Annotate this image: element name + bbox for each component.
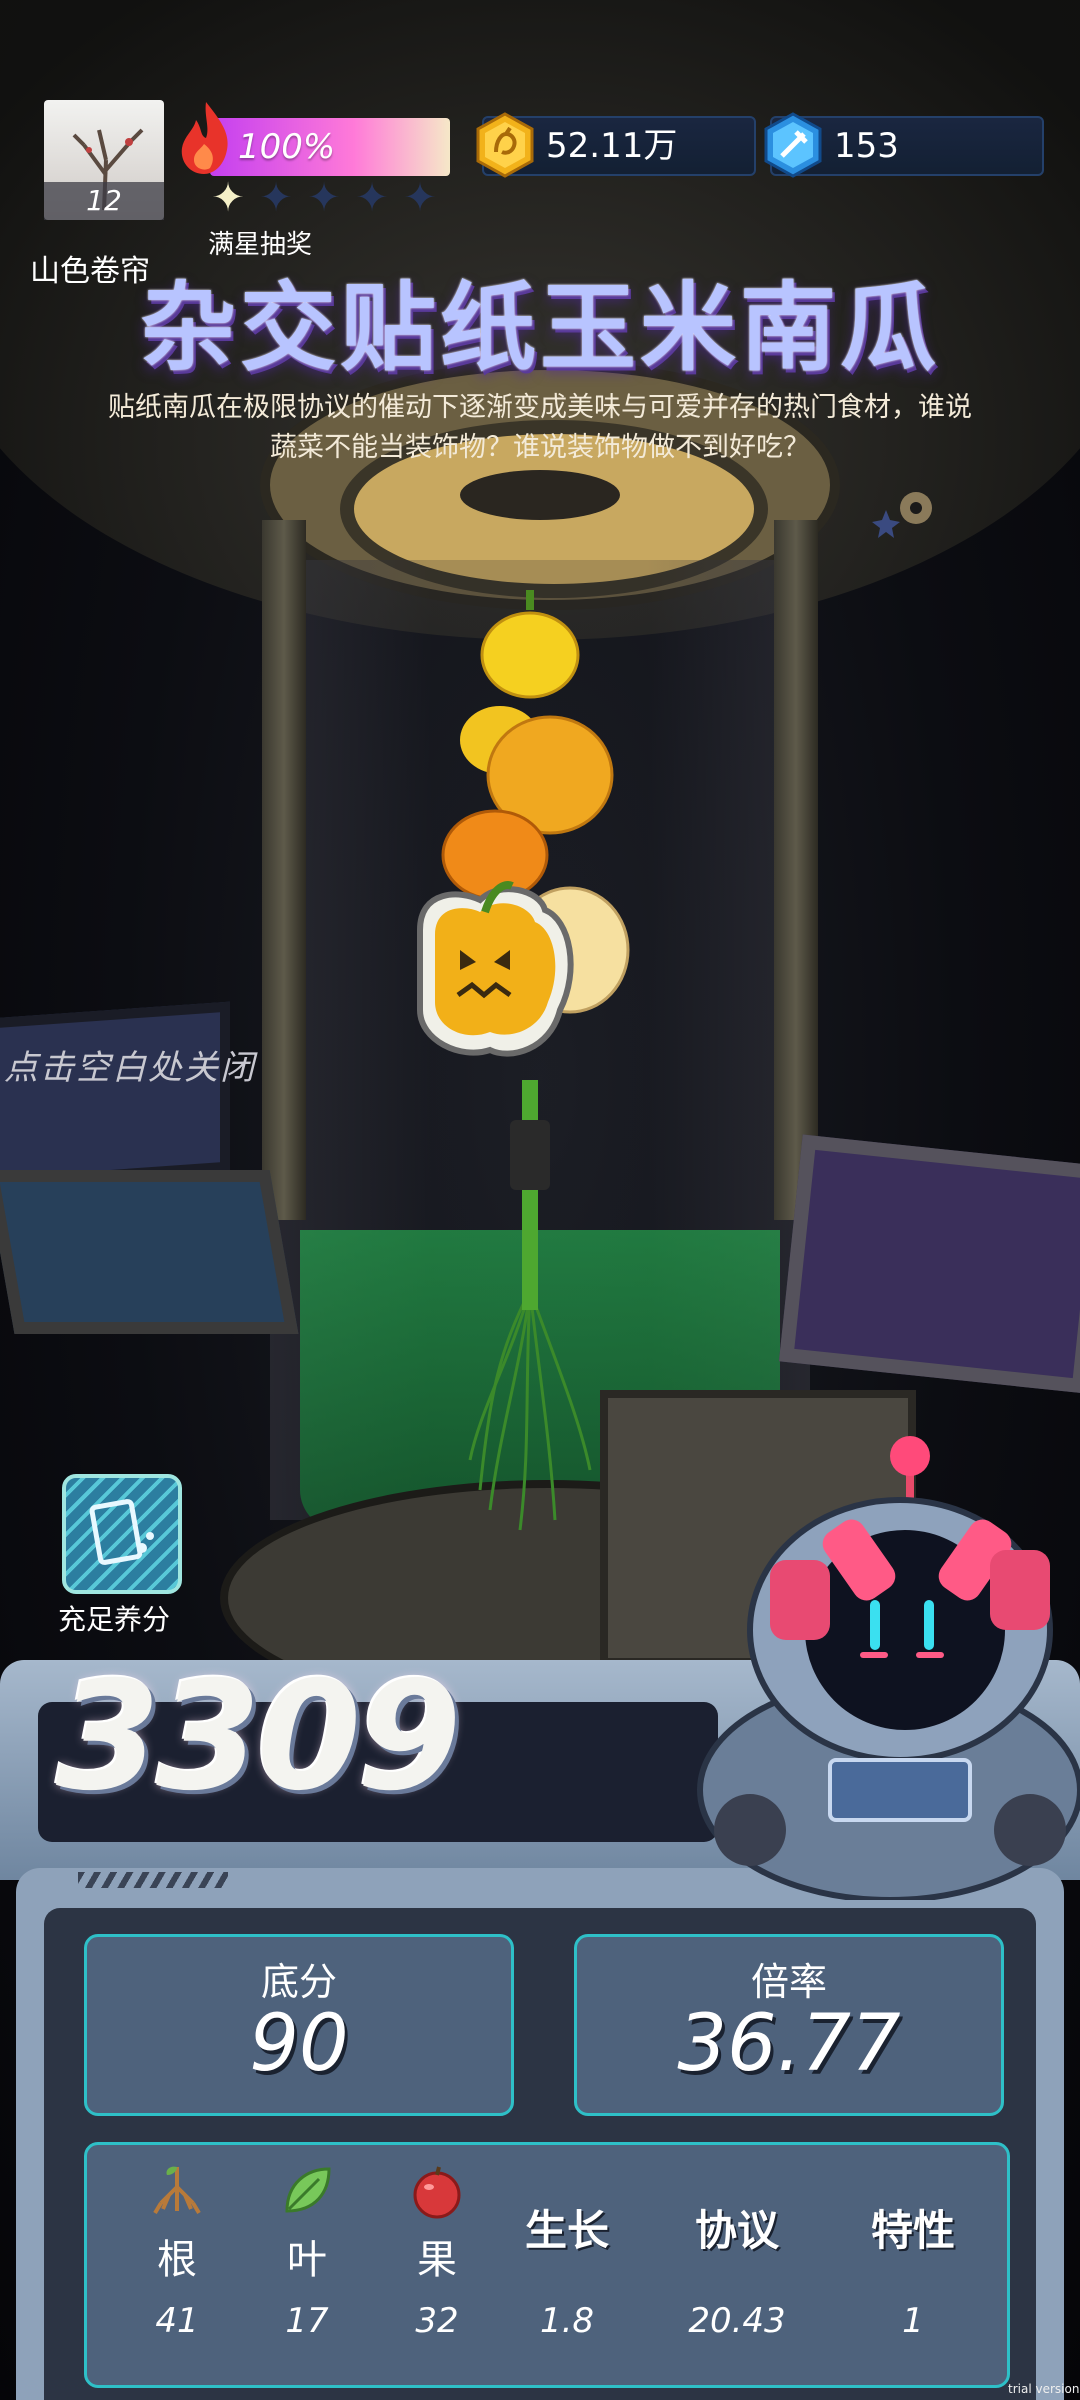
hybrid-pumpkin-plant bbox=[417, 590, 630, 1531]
gem-counter[interactable]: 153 bbox=[764, 112, 1044, 178]
fertilizer-icon[interactable] bbox=[62, 1474, 182, 1594]
game-screen[interactable]: 12 山色卷帘 100% ✦ ✦ ✦ ✦ ✦ 满星抽奖 52.11万 153 杂交贴纸玉… bbox=[0, 0, 1080, 2400]
attr-root: 根 bbox=[117, 2163, 237, 2285]
attr-root-value: 41 bbox=[155, 2301, 199, 2341]
gold-counter[interactable]: 52.11万 bbox=[476, 112, 756, 178]
attr-trait-value: 1 bbox=[902, 2301, 924, 2341]
energy-percent: 100% bbox=[238, 127, 336, 167]
attr-fruit-name: 果 bbox=[417, 2237, 457, 2283]
star-empty-icon: ✦ bbox=[259, 175, 293, 221]
gold-coin-icon bbox=[476, 112, 534, 178]
trial-watermark: trial version bbox=[1008, 2382, 1080, 2396]
base-score-value: 90 bbox=[249, 1999, 349, 2089]
close-hint[interactable]: 点击空白处关闭 bbox=[4, 1040, 256, 1089]
attr-fruit: 果 bbox=[377, 2163, 497, 2285]
base-score-card: 底分 90 bbox=[84, 1934, 514, 2116]
attribute-table: 根 叶 果 生长 协议 特性 41 17 32 1.8 20.43 1 bbox=[84, 2142, 1010, 2388]
attr-leaf-value: 17 bbox=[285, 2301, 329, 2341]
gem-icon bbox=[764, 112, 822, 178]
star-empty-icon: ✦ bbox=[355, 175, 389, 221]
fertilizer-label: 充足养分 bbox=[58, 1603, 171, 1636]
attr-growth-value: 1.8 bbox=[539, 2301, 595, 2341]
star-rating: ✦ ✦ ✦ ✦ ✦ bbox=[206, 176, 442, 220]
attr-protocol-value: 20.43 bbox=[688, 2301, 786, 2341]
tube-pillar-left bbox=[262, 520, 306, 1220]
fruit-icon bbox=[413, 2166, 461, 2219]
tube-pillar-right bbox=[774, 520, 818, 1220]
attr-protocol: 协议 bbox=[677, 2163, 797, 2258]
item-title: 杂交贴纸玉米南瓜 bbox=[140, 272, 940, 384]
base-score-label: 底分 bbox=[260, 1960, 337, 2004]
flame-icon bbox=[181, 102, 228, 174]
star-filled-icon: ✦ bbox=[211, 175, 245, 221]
player-level: 12 bbox=[44, 182, 164, 220]
robot-mascot bbox=[697, 1436, 1080, 1900]
donut-star-decoration bbox=[872, 492, 932, 538]
description-line-2: 蔬菜不能当装饰物？谁说装饰物做不到好吃？ bbox=[270, 432, 810, 463]
root-icon bbox=[153, 2166, 201, 2215]
description-line-1: 贴纸南瓜在极限协议的催动下逐渐变成美味与可爱并存的热门食材，谁说 bbox=[108, 392, 972, 423]
attr-root-name: 根 bbox=[157, 2237, 197, 2283]
multiplier-label: 倍率 bbox=[750, 1960, 827, 2004]
attr-fruit-value: 32 bbox=[415, 2301, 459, 2341]
multiplier-value: 36.77 bbox=[677, 1999, 901, 2089]
left-monitor bbox=[0, 1001, 230, 1189]
panel-stripes bbox=[78, 1872, 228, 1888]
item-description: 贴纸南瓜在极限协议的催动下逐渐变成美味与可爱并存的热门食材，谁说 蔬菜不能当装饰… bbox=[80, 388, 1000, 468]
attr-leaf: 叶 bbox=[247, 2163, 367, 2285]
attr-growth-name: 生长 bbox=[524, 2206, 609, 2255]
left-console bbox=[0, 1170, 299, 1334]
right-monitor bbox=[778, 1134, 1080, 1394]
leaf-icon bbox=[285, 2167, 331, 2213]
multiplier-card: 倍率 36.77 bbox=[574, 1934, 1004, 2116]
attr-leaf-name: 叶 bbox=[287, 2237, 327, 2283]
total-score: 3309 bbox=[56, 1650, 461, 1824]
star-empty-icon: ✦ bbox=[403, 175, 437, 221]
gem-value: 153 bbox=[834, 126, 899, 166]
attr-trait: 特性 bbox=[853, 2163, 973, 2258]
attr-trait-name: 特性 bbox=[870, 2206, 955, 2255]
fertilizer-bag-icon bbox=[89, 1499, 154, 1565]
star-empty-icon: ✦ bbox=[307, 175, 341, 221]
machine-core bbox=[460, 470, 620, 520]
attr-protocol-name: 协议 bbox=[694, 2206, 779, 2255]
gold-value: 52.11万 bbox=[546, 126, 678, 166]
attr-growth: 生长 bbox=[507, 2163, 627, 2258]
